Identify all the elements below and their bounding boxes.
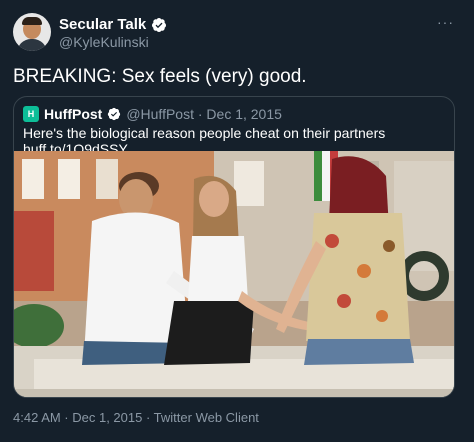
quoted-photo[interactable] [14,151,455,398]
author-handle[interactable]: @KyleKulinski [59,34,149,50]
verified-badge-icon [108,107,121,121]
verified-badge-icon [152,17,167,32]
author-row: Secular Talk [59,16,167,33]
quoted-tweet-header: H HuffPost @HuffPost · Dec 1, 2015 [23,106,282,122]
huffpost-logo-icon: H [23,106,39,122]
more-dots-icon[interactable]: ··· [437,14,454,30]
avatar[interactable] [13,13,51,51]
tweet-text: BREAKING: Sex feels (very) good. [13,66,307,87]
quoted-tweet[interactable]: H HuffPost @HuffPost · Dec 1, 2015 Here'… [13,96,455,398]
quoted-author-name: HuffPost [44,106,103,122]
author-name[interactable]: Secular Talk [59,16,146,33]
quoted-meta: @HuffPost · Dec 1, 2015 [126,106,282,122]
tweet-card: Secular Talk @KyleKulinski ··· BREAKING:… [0,0,474,442]
tweet-timestamp[interactable]: 4:42 AM · Dec 1, 2015 · Twitter Web Clie… [13,410,259,425]
